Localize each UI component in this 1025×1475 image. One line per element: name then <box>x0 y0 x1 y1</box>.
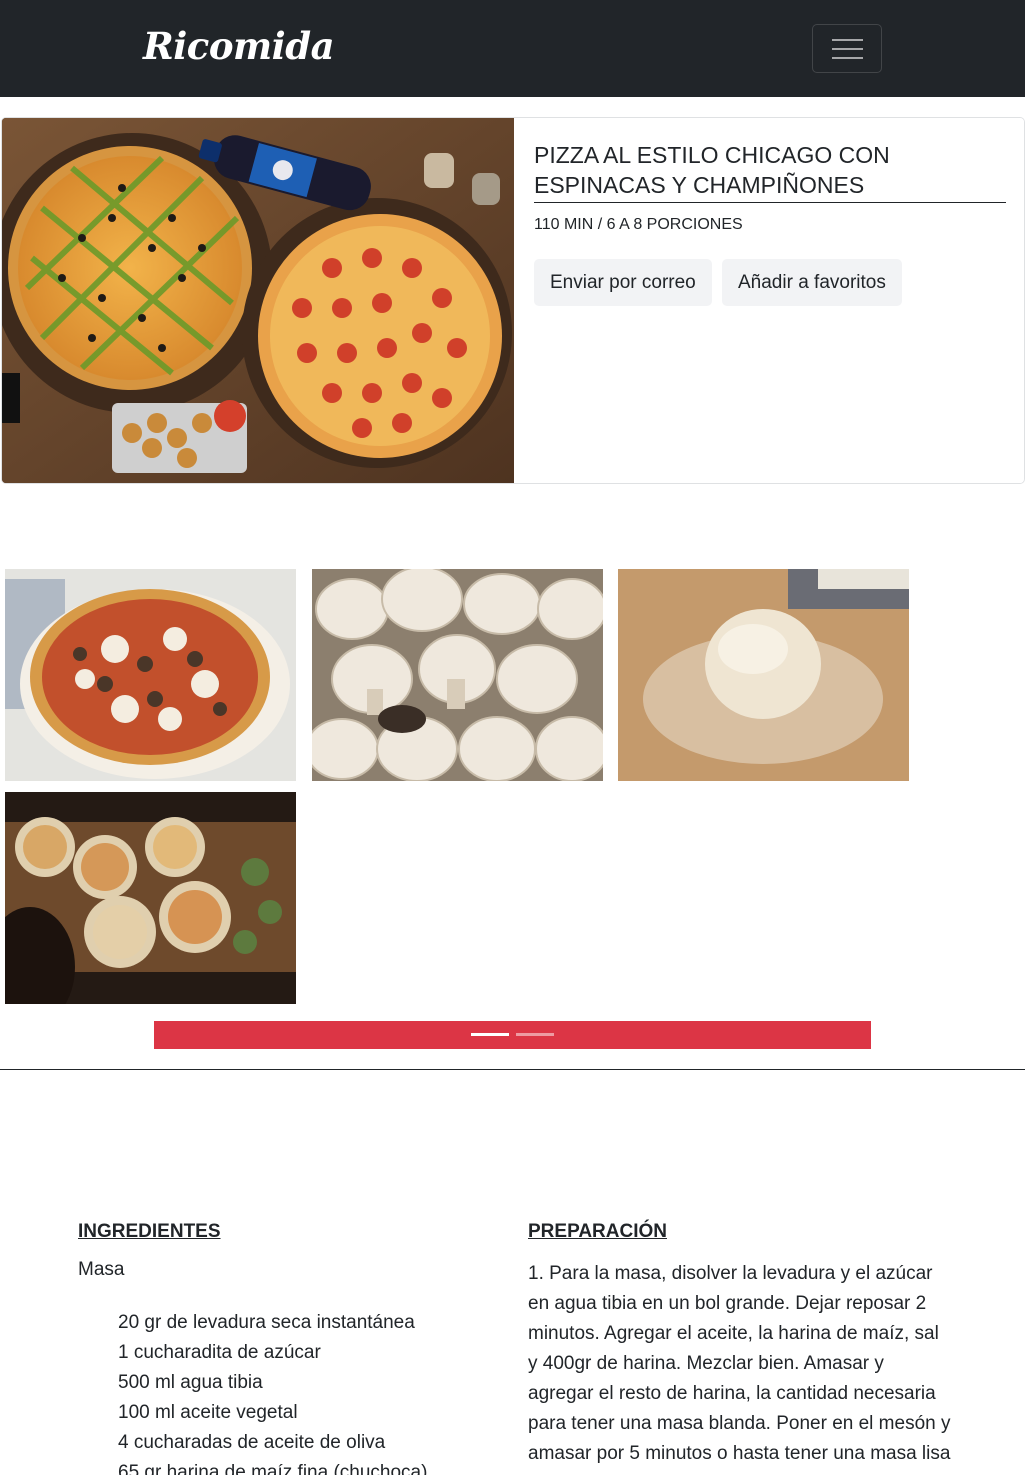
ingredients-group-label: Masa <box>78 1259 125 1280</box>
ingredient-item: 65 gr harina de maíz fina (chuchoca) <box>118 1462 428 1475</box>
ingredient-item: 20 gr de levadura seca instantánea <box>118 1312 415 1333</box>
gallery-image-pizzas-table[interactable] <box>5 792 296 1004</box>
recipe-card-body: PIZZA AL ESTILO CHICAGO CON ESPINACAS Y … <box>514 118 1024 483</box>
carousel-indicator-bar <box>154 1021 871 1049</box>
hamburger-menu-icon <box>832 39 863 41</box>
preparation-text: 1. Para la masa, disolver la levadura y … <box>528 1263 951 1475</box>
carousel-indicator-active[interactable] <box>471 1033 509 1036</box>
gallery-image-dough[interactable] <box>618 569 909 781</box>
recipe-title: PIZZA AL ESTILO CHICAGO CON ESPINACAS Y … <box>534 140 1006 203</box>
ingredient-item: 500 ml agua tibia <box>118 1372 263 1393</box>
hamburger-menu-icon-bar <box>832 48 863 50</box>
top-navbar: Ricomida <box>0 0 1025 97</box>
ingredients-list: 20 gr de levadura seca instantánea 1 cuc… <box>118 1308 427 1475</box>
add-favorite-button[interactable]: Añadir a favoritos <box>722 259 902 306</box>
ingredient-item: 4 cucharadas de aceite de oliva <box>118 1432 386 1453</box>
preparation-heading: PREPARACIÓN <box>528 1221 667 1242</box>
brand-logo[interactable]: Ricomida <box>143 24 335 68</box>
send-email-button[interactable]: Enviar por correo <box>534 259 712 306</box>
recipe-card: PIZZA AL ESTILO CHICAGO CON ESPINACAS Y … <box>1 117 1025 484</box>
recipe-hero-image <box>2 118 514 483</box>
recipe-meta: 110 MIN / 6 A 8 PORCIONES <box>534 216 743 233</box>
ingredient-item: 100 ml aceite vegetal <box>118 1402 298 1423</box>
hamburger-menu-icon-bar <box>832 57 863 59</box>
gallery-image-mushrooms[interactable] <box>312 569 603 781</box>
ingredients-heading: INGREDIENTES <box>78 1221 221 1242</box>
gallery-image-pizza[interactable] <box>5 569 296 781</box>
carousel-indicator[interactable] <box>516 1033 554 1036</box>
menu-toggle-button[interactable] <box>812 24 882 73</box>
section-divider <box>0 1069 1025 1070</box>
ingredient-item: 1 cucharadita de azúcar <box>118 1342 321 1363</box>
